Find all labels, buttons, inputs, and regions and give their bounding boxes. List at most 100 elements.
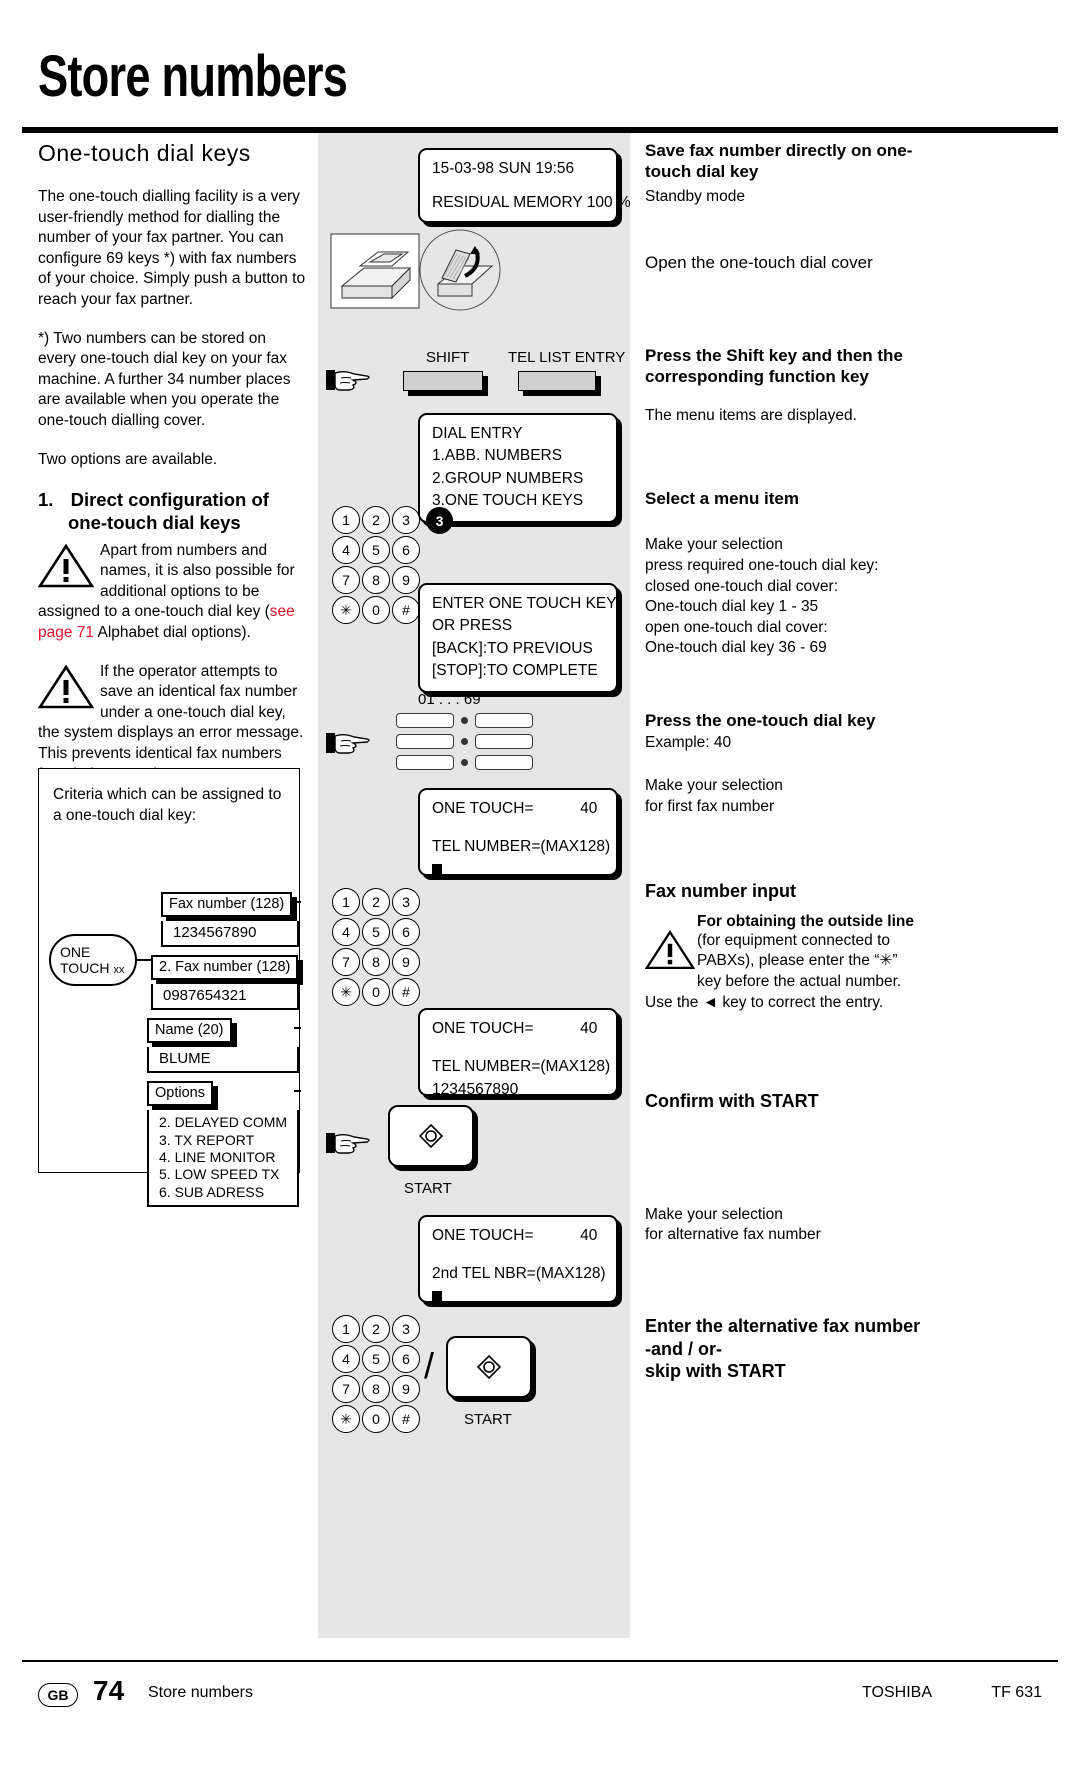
warning-line: key before the actual number.	[697, 972, 902, 990]
step-8-heading: Enter the alternative fax number -and / …	[645, 1315, 935, 1383]
lcd-line: 1.ABB. NUMBERS	[432, 447, 563, 465]
step-3-heading-line2: corresponding function key	[645, 367, 869, 387]
keypad-key[interactable]: 7	[332, 948, 360, 976]
keypad-key[interactable]: 2	[362, 1315, 390, 1343]
shift-key[interactable]	[403, 371, 483, 391]
lcd-standby-display: 15-03-98 SUN 19:56 RESIDUAL MEMORY 100 %	[418, 148, 631, 223]
keypad-key[interactable]: 8	[362, 948, 390, 976]
selection-badge-3: 3	[426, 507, 453, 534]
keypad-key[interactable]: 6	[392, 1345, 420, 1373]
lcd-label: ONE TOUCH=	[432, 1227, 534, 1244]
brand-name: TOSHIBA	[862, 1684, 932, 1701]
lcd-dial-entry-menu: DIAL ENTRY 1.ABB. NUMBERS 2.GROUP NUMBER…	[418, 413, 618, 523]
keypad-key[interactable]: 3	[392, 506, 420, 534]
keypad-key-hash[interactable]: #	[392, 1405, 420, 1433]
step-1-heading-line1: Save fax number directly on one-	[645, 141, 913, 160]
keypad-key[interactable]: 6	[392, 536, 420, 564]
keypad-key[interactable]: 8	[362, 1375, 390, 1403]
keypad-key[interactable]: 1	[332, 1315, 360, 1343]
step-8-block: Enter the alternative fax number -and / …	[645, 1315, 935, 1383]
keypad-key[interactable]: 5	[362, 1345, 390, 1373]
keypad-key[interactable]: 9	[392, 948, 420, 976]
manual-page: Store numbers 15-03-98 SUN 19:56 RESIDUA…	[0, 0, 1080, 1773]
keypad-key[interactable]: 9	[392, 1375, 420, 1403]
keypad-key[interactable]: 0	[362, 596, 390, 624]
text-line: closed one-touch dial cover:	[645, 577, 839, 595]
numeric-keypad[interactable]: 123 456 789 ✳ 0 #	[332, 1315, 420, 1435]
text-line: Make your selection	[645, 1205, 783, 1223]
one-touch-key[interactable]	[396, 713, 454, 728]
left-text-column: One-touch dial keys The one-touch dialli…	[38, 140, 308, 785]
step-4-heading: Select a menu item	[645, 489, 800, 508]
keypad-key[interactable]: 0	[362, 978, 390, 1006]
keypad-key[interactable]: 7	[332, 1375, 360, 1403]
numeric-keypad[interactable]: 123 456 789 ✳ 0 #	[332, 888, 420, 1008]
lcd-line: ENTER ONE TOUCH KEY	[432, 595, 617, 612]
page-footer: GB 74 Store numbers TOSHIBA TF 631	[38, 1675, 1042, 1715]
keypad-key[interactable]: 4	[332, 918, 360, 946]
step-7-note: Make your selection for alternative fax …	[645, 1205, 935, 1246]
keypad-key[interactable]: 9	[392, 566, 420, 594]
step-8-heading-line2: -and / or-	[645, 1338, 722, 1359]
one-touch-key[interactable]	[475, 713, 533, 728]
text-line: open one-touch dial cover:	[645, 618, 828, 636]
keypad-key[interactable]: 5	[362, 918, 390, 946]
start-diamond-icon	[418, 1123, 444, 1149]
warning-line: (for equipment connected to	[697, 931, 891, 949]
one-touch-range-caption: 01 . . . 69	[418, 691, 481, 708]
keypad-key[interactable]: 6	[392, 918, 420, 946]
lcd-value: 40	[580, 1020, 598, 1037]
keypad-key-hash[interactable]: #	[392, 596, 420, 624]
keypad-key[interactable]: 3	[392, 1315, 420, 1343]
lcd-label: ONE TOUCH=	[432, 800, 534, 817]
keypad-key-star[interactable]: ✳	[332, 1405, 360, 1433]
keypad-key-star[interactable]: ✳	[332, 978, 360, 1006]
step-5-note: Make your selection for first fax number	[645, 776, 935, 817]
tel-list-entry-label: TEL LIST ENTRY	[508, 349, 626, 366]
keypad-key[interactable]: 2	[362, 506, 390, 534]
keypad-key[interactable]: 8	[362, 566, 390, 594]
keypad-key[interactable]: 5	[362, 536, 390, 564]
keypad-key[interactable]: 7	[332, 566, 360, 594]
tel-list-entry-key[interactable]	[518, 371, 596, 391]
text-line: for first fax number	[645, 797, 775, 815]
warning-triangle-icon	[644, 929, 697, 976]
numeric-keypad[interactable]: 123 456 789 ✳ 0 #	[332, 506, 420, 626]
warning-block-1: Apart from numbers and names, it is also…	[38, 541, 308, 644]
step-1-subtext: Standby mode	[645, 187, 745, 205]
keypad-key[interactable]: 4	[332, 1345, 360, 1373]
lcd-value: 40	[580, 800, 598, 817]
shift-key-label: SHIFT	[426, 349, 470, 366]
one-touch-key[interactable]	[475, 734, 533, 749]
model-name: TF 631	[991, 1684, 1042, 1701]
one-touch-key-pad[interactable]	[396, 713, 533, 776]
text-line: One-touch dial key 1 - 35	[645, 598, 819, 616]
keypad-key[interactable]: 4	[332, 536, 360, 564]
text-line: Make your selection	[645, 536, 783, 554]
lcd-cursor-line	[432, 1286, 604, 1308]
keypad-key-star[interactable]: ✳	[332, 596, 360, 624]
one-touch-key[interactable]	[475, 755, 533, 770]
lcd-line: 2.GROUP NUMBERS	[432, 469, 584, 487]
step-4-text: Make your selection press required one-t…	[645, 535, 935, 659]
lcd-line: DIAL ENTRY	[432, 425, 523, 442]
start-label: START	[404, 1180, 452, 1197]
step-3-heading-line1: Press the Shift key and then the	[645, 346, 903, 365]
step-1-heading-line2: touch dial key	[645, 162, 759, 182]
option-item: 6. SUB ADRESS	[159, 1183, 265, 1200]
lcd-line: 15-03-98 SUN 19:56	[432, 160, 575, 177]
keypad-key[interactable]: 0	[362, 1405, 390, 1433]
one-touch-key[interactable]	[396, 755, 454, 770]
keypad-key[interactable]: 1	[332, 888, 360, 916]
lcd-line: [BACK]:TO PREVIOUS	[432, 639, 593, 657]
step-5-text: Example: 40	[645, 734, 732, 752]
keypad-key[interactable]: 3	[392, 888, 420, 916]
keypad-key[interactable]: 2	[362, 888, 390, 916]
start-button[interactable]	[446, 1336, 532, 1398]
keypad-key-hash[interactable]: #	[392, 978, 420, 1006]
footnote-paragraph: *) Two numbers can be stored on every on…	[38, 329, 291, 430]
step-6-heading: Fax number input	[645, 881, 797, 901]
keypad-key[interactable]: 1	[332, 506, 360, 534]
one-touch-key[interactable]	[396, 734, 454, 749]
start-button[interactable]	[388, 1105, 474, 1167]
